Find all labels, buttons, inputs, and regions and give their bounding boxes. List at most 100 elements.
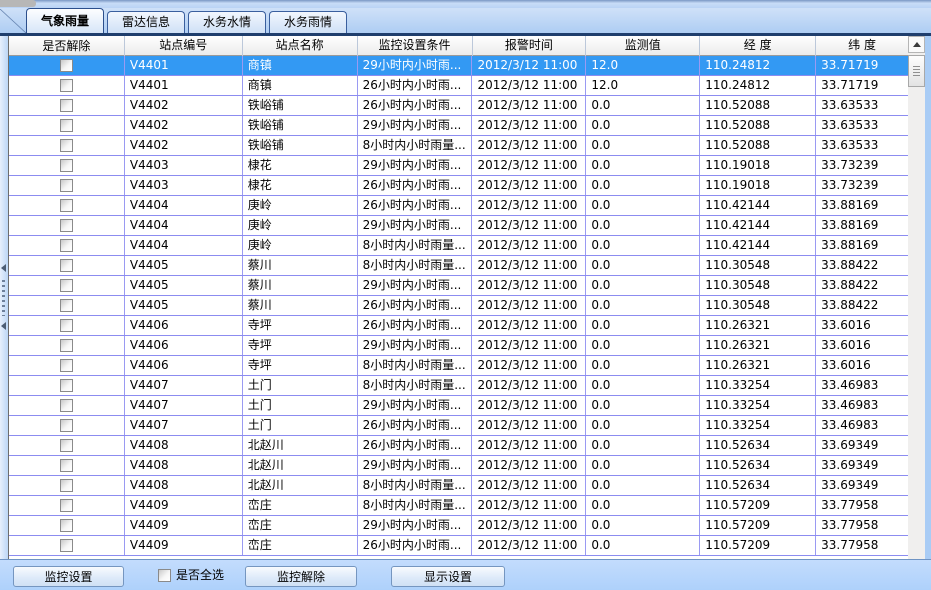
table-row[interactable]: V4402铁峪铺26小时内小时雨...2012/3/12 11:000.0110… bbox=[9, 96, 908, 116]
table-row[interactable]: V4404庚岭26小时内小时雨...2012/3/12 11:000.0110.… bbox=[9, 196, 908, 216]
monitor-settings-button[interactable]: 监控设置 bbox=[13, 566, 124, 587]
table-row[interactable]: V4401商镇29小时内小时雨...2012/3/12 11:0012.0110… bbox=[9, 56, 908, 76]
row-checkbox[interactable] bbox=[60, 359, 73, 372]
splitter-rail[interactable] bbox=[0, 36, 8, 559]
table-row[interactable]: V4405蔡川29小时内小时雨...2012/3/12 11:000.0110.… bbox=[9, 276, 908, 296]
row-checkbox[interactable] bbox=[60, 279, 73, 292]
scrollbar-thumb[interactable] bbox=[908, 55, 925, 87]
table-row[interactable]: V4403棣花26小时内小时雨...2012/3/12 11:000.0110.… bbox=[9, 176, 908, 196]
tab-radar-info[interactable]: 雷达信息 bbox=[107, 11, 185, 33]
table-row[interactable]: V4404庚岭29小时内小时雨...2012/3/12 11:000.0110.… bbox=[9, 216, 908, 236]
table-row[interactable]: V4409峦庄26小时内小时雨...2012/3/12 11:000.0110.… bbox=[9, 536, 908, 556]
row-checkbox[interactable] bbox=[60, 259, 73, 272]
row-checkbox[interactable] bbox=[60, 159, 73, 172]
row-checkbox[interactable] bbox=[60, 499, 73, 512]
select-all-checkbox[interactable] bbox=[158, 569, 171, 582]
table-row[interactable]: V4406寺坪8小时内小时雨量...2012/3/12 11:000.0110.… bbox=[9, 356, 908, 376]
alarm-time-cell: 2012/3/12 11:00 bbox=[472, 316, 586, 335]
row-checkbox[interactable] bbox=[60, 459, 73, 472]
station-id-cell: V4403 bbox=[125, 156, 243, 175]
table-row[interactable]: V4407土门8小时内小时雨量...2012/3/12 11:000.0110.… bbox=[9, 376, 908, 396]
row-checkbox[interactable] bbox=[60, 219, 73, 232]
value-cell: 0.0 bbox=[586, 516, 700, 535]
table-row[interactable]: V4407土门29小时内小时雨...2012/3/12 11:000.0110.… bbox=[9, 396, 908, 416]
row-checkbox[interactable] bbox=[60, 299, 73, 312]
longitude-cell: 110.26321 bbox=[700, 316, 816, 335]
alarm-time-cell: 2012/3/12 11:00 bbox=[472, 76, 586, 95]
scroll-up-button[interactable] bbox=[908, 36, 925, 53]
longitude-cell: 110.30548 bbox=[700, 256, 816, 275]
station-name-cell: 蔡川 bbox=[243, 256, 358, 275]
column-header[interactable]: 站点名称 bbox=[243, 36, 358, 56]
value-cell: 0.0 bbox=[586, 456, 700, 475]
table-row[interactable]: V4406寺坪29小时内小时雨...2012/3/12 11:000.0110.… bbox=[9, 336, 908, 356]
column-header[interactable]: 经 度 bbox=[700, 36, 816, 56]
latitude-cell: 33.77958 bbox=[816, 496, 908, 515]
latitude-cell: 33.88169 bbox=[816, 196, 908, 215]
value-cell: 0.0 bbox=[586, 336, 700, 355]
longitude-cell: 110.42144 bbox=[700, 216, 816, 235]
splitter-grip[interactable] bbox=[2, 280, 5, 316]
tab-rain-condition[interactable]: 水务雨情 bbox=[269, 11, 347, 33]
column-header[interactable]: 站点编号 bbox=[125, 36, 243, 56]
column-header[interactable]: 监测值 bbox=[586, 36, 700, 56]
table-row[interactable]: V4408北赵川26小时内小时雨...2012/3/12 11:000.0110… bbox=[9, 436, 908, 456]
collapse-left-icon[interactable] bbox=[1, 322, 6, 330]
release-checkbox-cell bbox=[9, 376, 125, 395]
release-checkbox-cell bbox=[9, 336, 125, 355]
row-checkbox[interactable] bbox=[60, 539, 73, 552]
column-header[interactable]: 纬 度 bbox=[816, 36, 908, 56]
tab-water-condition[interactable]: 水务水情 bbox=[188, 11, 266, 33]
alarm-time-cell: 2012/3/12 11:00 bbox=[472, 156, 586, 175]
release-checkbox-cell bbox=[9, 296, 125, 315]
tab-weather-rainfall[interactable]: 气象雨量 bbox=[26, 8, 104, 33]
row-checkbox[interactable] bbox=[60, 99, 73, 112]
row-checkbox[interactable] bbox=[60, 439, 73, 452]
station-id-cell: V4404 bbox=[125, 196, 243, 215]
row-checkbox[interactable] bbox=[60, 239, 73, 252]
row-checkbox[interactable] bbox=[60, 59, 73, 72]
table-row[interactable]: V4408北赵川8小时内小时雨量...2012/3/12 11:000.0110… bbox=[9, 476, 908, 496]
row-checkbox[interactable] bbox=[60, 339, 73, 352]
table-row[interactable]: V4404庚岭8小时内小时雨量...2012/3/12 11:000.0110.… bbox=[9, 236, 908, 256]
table-row[interactable]: V4405蔡川26小时内小时雨...2012/3/12 11:000.0110.… bbox=[9, 296, 908, 316]
table-row[interactable]: V4407土门26小时内小时雨...2012/3/12 11:000.0110.… bbox=[9, 416, 908, 436]
table-row[interactable]: V4409峦庄8小时内小时雨量...2012/3/12 11:000.0110.… bbox=[9, 496, 908, 516]
station-name-cell: 寺坪 bbox=[243, 336, 358, 355]
monitor-release-button[interactable]: 监控解除 bbox=[245, 566, 357, 587]
table-row[interactable]: V4405蔡川8小时内小时雨量...2012/3/12 11:000.0110.… bbox=[9, 256, 908, 276]
row-checkbox[interactable] bbox=[60, 399, 73, 412]
release-checkbox-cell bbox=[9, 96, 125, 115]
station-name-cell: 北赵川 bbox=[243, 436, 358, 455]
column-header[interactable]: 是否解除 bbox=[9, 36, 125, 56]
table-row[interactable]: V4401商镇26小时内小时雨...2012/3/12 11:0012.0110… bbox=[9, 76, 908, 96]
column-header[interactable]: 监控设置条件 bbox=[358, 36, 473, 56]
row-checkbox[interactable] bbox=[60, 179, 73, 192]
row-checkbox[interactable] bbox=[60, 379, 73, 392]
row-checkbox[interactable] bbox=[60, 479, 73, 492]
column-header[interactable]: 报警时间 bbox=[473, 36, 587, 56]
table-row[interactable]: V4406寺坪26小时内小时雨...2012/3/12 11:000.0110.… bbox=[9, 316, 908, 336]
table-row[interactable]: V4408北赵川29小时内小时雨...2012/3/12 11:000.0110… bbox=[9, 456, 908, 476]
table-row[interactable]: V4409峦庄29小时内小时雨...2012/3/12 11:000.0110.… bbox=[9, 516, 908, 536]
value-cell: 0.0 bbox=[586, 536, 700, 555]
row-checkbox[interactable] bbox=[60, 119, 73, 132]
row-checkbox[interactable] bbox=[60, 419, 73, 432]
row-checkbox[interactable] bbox=[60, 139, 73, 152]
release-checkbox-cell bbox=[9, 56, 125, 75]
row-checkbox[interactable] bbox=[60, 199, 73, 212]
vertical-scrollbar[interactable] bbox=[908, 36, 925, 559]
row-checkbox[interactable] bbox=[60, 519, 73, 532]
table-row[interactable]: V4402铁峪铺8小时内小时雨量...2012/3/12 11:000.0110… bbox=[9, 136, 908, 156]
station-id-cell: V4401 bbox=[125, 56, 243, 75]
alarm-time-cell: 2012/3/12 11:00 bbox=[472, 476, 586, 495]
row-checkbox[interactable] bbox=[60, 79, 73, 92]
condition-cell: 29小时内小时雨... bbox=[358, 336, 473, 355]
table-row[interactable]: V4403棣花29小时内小时雨...2012/3/12 11:000.0110.… bbox=[9, 156, 908, 176]
alarm-time-cell: 2012/3/12 11:00 bbox=[472, 196, 586, 215]
display-settings-button[interactable]: 显示设置 bbox=[391, 566, 505, 587]
collapse-left-icon[interactable] bbox=[1, 264, 6, 272]
row-checkbox[interactable] bbox=[60, 319, 73, 332]
alarm-time-cell: 2012/3/12 11:00 bbox=[472, 56, 586, 75]
table-row[interactable]: V4402铁峪铺29小时内小时雨...2012/3/12 11:000.0110… bbox=[9, 116, 908, 136]
